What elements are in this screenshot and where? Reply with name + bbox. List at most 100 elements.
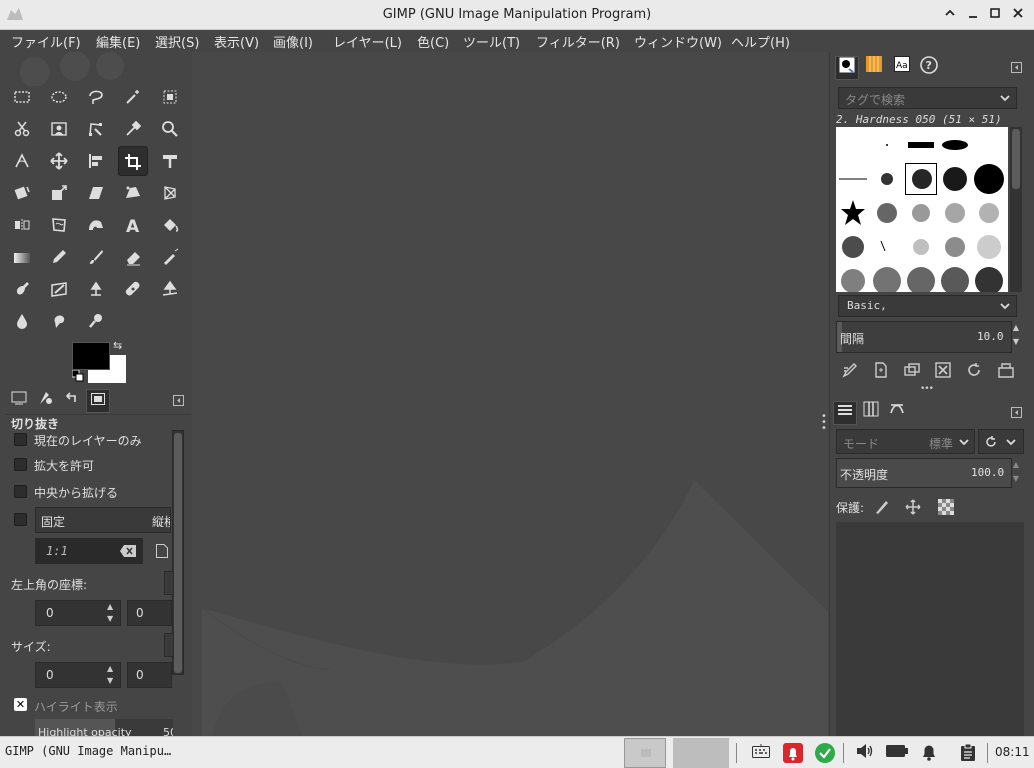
brush-preview[interactable]: [973, 129, 1005, 161]
paintbrush-icon[interactable]: [81, 242, 111, 272]
fuzzy-select-icon[interactable]: [118, 82, 148, 112]
tool-options-tab-icon[interactable]: [7, 390, 31, 414]
dock-separator-handle[interactable]: •••: [920, 384, 934, 394]
chevron-down-icon[interactable]: [999, 300, 1011, 315]
tab-menu-icon[interactable]: [173, 395, 185, 410]
rotate-icon[interactable]: [7, 178, 37, 208]
lock-pixels-icon[interactable]: [874, 499, 890, 518]
brush-preview[interactable]: [939, 231, 971, 263]
layer-opacity-spinner[interactable]: ▲ ▼: [1010, 458, 1022, 488]
brush-preview[interactable]: [837, 129, 869, 161]
move-icon[interactable]: [44, 146, 74, 176]
scissors-select-icon[interactable]: [7, 114, 37, 144]
brush-preview[interactable]: [939, 265, 971, 292]
chevron-down-icon[interactable]: [999, 92, 1011, 107]
gradient-icon[interactable]: [7, 242, 37, 272]
brush-preset-combo[interactable]: Basic,: [838, 295, 1017, 317]
maximize-icon[interactable]: [986, 6, 1004, 24]
brush-preview[interactable]: [837, 197, 869, 229]
lock-position-icon[interactable]: [905, 499, 921, 518]
new-brush-icon[interactable]: [873, 362, 889, 381]
brush-tag-search[interactable]: タグで検索: [838, 87, 1017, 109]
brush-preview[interactable]: [871, 163, 903, 195]
by-color-select-icon[interactable]: [155, 82, 185, 112]
menu-edit[interactable]: 編集(E): [96, 32, 140, 51]
eraser-icon[interactable]: [118, 242, 148, 272]
battery-icon[interactable]: [886, 743, 908, 763]
menu-filters[interactable]: フィルター(R): [536, 32, 620, 51]
crop-icon[interactable]: [118, 146, 148, 176]
brush-preview[interactable]: [973, 231, 1005, 263]
blur-icon[interactable]: [7, 306, 37, 336]
menu-select[interactable]: 選択(S): [155, 32, 199, 51]
brush-preview[interactable]: [973, 197, 1005, 229]
menu-file[interactable]: ファイル(F): [11, 32, 81, 51]
text-icon[interactable]: A: [118, 210, 148, 240]
size-w-spinner[interactable]: ▲ ▼: [107, 663, 113, 687]
menu-view[interactable]: 表示(V): [214, 32, 259, 51]
spacing-spinner[interactable]: ▲ ▼: [1010, 321, 1022, 353]
layer-mode-combo[interactable]: モード 標準: [836, 429, 975, 454]
brush-preview[interactable]: [905, 231, 937, 263]
menu-tools[interactable]: ツール(T): [463, 32, 520, 51]
brush-preview[interactable]: [871, 265, 903, 292]
pencil-icon[interactable]: [44, 242, 74, 272]
ink-icon[interactable]: [7, 274, 37, 304]
unified-transform-icon[interactable]: [155, 146, 185, 176]
perspective-clone-icon[interactable]: [155, 274, 185, 304]
duplicate-brush-icon[interactable]: [904, 362, 920, 381]
channels-tab-icon[interactable]: [859, 401, 883, 425]
brush-preview[interactable]: [871, 129, 903, 161]
color-picker-icon[interactable]: [118, 114, 148, 144]
scale-icon[interactable]: [44, 178, 74, 208]
chevron-down-icon[interactable]: [958, 436, 970, 451]
brush-preview[interactable]: [837, 231, 869, 263]
highlight-checkbox[interactable]: ✕: [14, 698, 27, 711]
paths-icon[interactable]: [81, 114, 111, 144]
brush-grid-scrollbar[interactable]: [1010, 127, 1022, 292]
right-dock-resize-handle[interactable]: • • •: [821, 412, 827, 434]
layer-opacity-slider[interactable]: 不透明度 100.0: [836, 458, 1012, 488]
layers-tab-menu-icon[interactable]: [1011, 407, 1023, 422]
bucket-fill-icon[interactable]: [155, 210, 185, 240]
brush-preview[interactable]: [837, 163, 869, 195]
brush-grid[interactable]: [836, 127, 1008, 292]
ratio-field[interactable]: 1:1: [35, 538, 143, 564]
brush-preview[interactable]: [939, 197, 971, 229]
fixed-checkbox[interactable]: [14, 513, 27, 526]
zoom-icon[interactable]: [155, 114, 185, 144]
size-h-field[interactable]: 0: [127, 662, 172, 688]
allow-growing-checkbox[interactable]: [14, 458, 27, 471]
warp-icon[interactable]: [81, 210, 111, 240]
fixed-mode-combo[interactable]: 固定 縦横: [35, 507, 171, 533]
menu-image[interactable]: 画像(I): [273, 32, 313, 51]
brush-preview[interactable]: [871, 197, 903, 229]
position-x-field[interactable]: 0 ▲ ▼: [35, 600, 121, 626]
patterns-tab-icon[interactable]: [862, 56, 886, 80]
brush-preview[interactable]: [905, 129, 937, 161]
undo-history-tab-icon[interactable]: [59, 390, 83, 414]
brushes-tab-menu-icon[interactable]: [1011, 62, 1023, 77]
brush-preview[interactable]: [973, 265, 1005, 292]
brush-preview[interactable]: [871, 231, 903, 263]
clear-field-icon[interactable]: [120, 545, 136, 560]
brushes-tab-icon[interactable]: [835, 56, 859, 80]
handle-transform-icon[interactable]: [118, 178, 148, 208]
cage-icon[interactable]: [44, 210, 74, 240]
brush-preview[interactable]: [939, 163, 971, 195]
menu-layer[interactable]: レイヤー(L): [333, 32, 402, 51]
clipboard-icon[interactable]: [957, 743, 979, 763]
layers-tab-icon[interactable]: [833, 401, 857, 425]
checkmark-icon[interactable]: [814, 743, 836, 763]
bell-icon[interactable]: [918, 743, 940, 763]
notification-alert-icon[interactable]: [782, 743, 804, 763]
brush-preview[interactable]: [939, 129, 971, 161]
heal-icon[interactable]: [118, 274, 148, 304]
smudge-icon[interactable]: [44, 306, 74, 336]
brush-preview[interactable]: [905, 265, 937, 292]
foreground-select-icon[interactable]: [44, 114, 74, 144]
menu-help[interactable]: ヘルプ(H): [731, 32, 790, 51]
dodge-burn-icon[interactable]: [81, 306, 111, 336]
size-w-field[interactable]: 0 ▲ ▼: [35, 662, 121, 688]
menu-colors[interactable]: 色(C): [417, 32, 449, 51]
